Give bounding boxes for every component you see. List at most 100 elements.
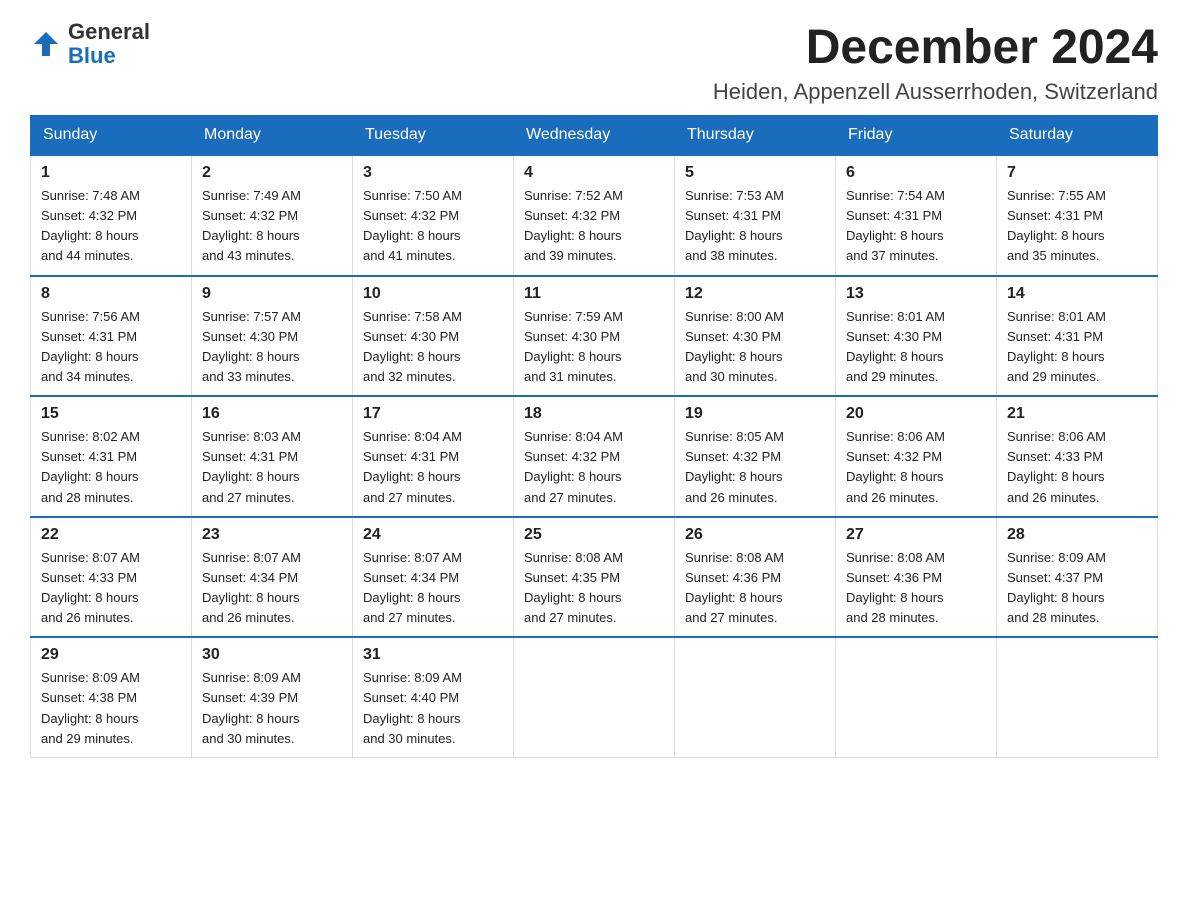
calendar-day-cell: 21 Sunrise: 8:06 AMSunset: 4:33 PMDayligh…: [997, 396, 1158, 517]
day-info: Sunrise: 7:52 AMSunset: 4:32 PMDaylight:…: [524, 186, 664, 267]
month-title: December 2024: [713, 20, 1158, 75]
col-header-monday: Monday: [192, 116, 353, 156]
logo-blue-text: Blue: [68, 44, 150, 68]
empty-cell: [997, 637, 1158, 757]
day-number: 8: [41, 285, 181, 303]
day-info: Sunrise: 7:50 AMSunset: 4:32 PMDaylight:…: [363, 186, 503, 267]
day-info: Sunrise: 8:09 AMSunset: 4:39 PMDaylight:…: [202, 668, 342, 749]
calendar-table: SundayMondayTuesdayWednesdayThursdayFrid…: [30, 115, 1158, 758]
calendar-week-row: 8 Sunrise: 7:56 AMSunset: 4:31 PMDaylight…: [31, 276, 1158, 397]
calendar-day-cell: 26 Sunrise: 8:08 AMSunset: 4:36 PMDayligh…: [675, 517, 836, 638]
day-number: 18: [524, 405, 664, 423]
logo-icon: [30, 28, 62, 60]
day-number: 6: [846, 164, 986, 182]
day-info: Sunrise: 8:05 AMSunset: 4:32 PMDaylight:…: [685, 427, 825, 508]
calendar-day-cell: 31 Sunrise: 8:09 AMSunset: 4:40 PMDayligh…: [353, 637, 514, 757]
day-info: Sunrise: 7:59 AMSunset: 4:30 PMDaylight:…: [524, 307, 664, 388]
calendar-day-cell: 19 Sunrise: 8:05 AMSunset: 4:32 PMDayligh…: [675, 396, 836, 517]
calendar-header-row: SundayMondayTuesdayWednesdayThursdayFrid…: [31, 116, 1158, 156]
col-header-saturday: Saturday: [997, 116, 1158, 156]
empty-cell: [675, 637, 836, 757]
title-section: December 2024 Heiden, Appenzell Ausserrh…: [713, 20, 1158, 105]
calendar-week-row: 15Sunrise: 8:02 AMSunset: 4:31 PMDayligh…: [31, 396, 1158, 517]
day-number: 1: [41, 164, 181, 182]
day-number: 29: [41, 646, 181, 664]
calendar-day-cell: 1 Sunrise: 7:48 AMSunset: 4:32 PMDaylight…: [31, 155, 192, 276]
day-number: 28: [1007, 526, 1147, 544]
calendar-day-cell: 4 Sunrise: 7:52 AMSunset: 4:32 PMDaylight…: [514, 155, 675, 276]
day-info: Sunrise: 8:07 AMSunset: 4:33 PMDaylight:…: [41, 548, 181, 629]
day-number: 14: [1007, 285, 1147, 303]
day-info: Sunrise: 7:55 AMSunset: 4:31 PMDaylight:…: [1007, 186, 1147, 267]
calendar-day-cell: 5 Sunrise: 7:53 AMSunset: 4:31 PMDaylight…: [675, 155, 836, 276]
day-info: Sunrise: 8:08 AMSunset: 4:36 PMDaylight:…: [846, 548, 986, 629]
day-info: Sunrise: 7:56 AMSunset: 4:31 PMDaylight:…: [41, 307, 181, 388]
day-number: 17: [363, 405, 503, 423]
calendar-day-cell: 25 Sunrise: 8:08 AMSunset: 4:35 PMDayligh…: [514, 517, 675, 638]
day-info: Sunrise: 8:01 AMSunset: 4:31 PMDaylight:…: [1007, 307, 1147, 388]
day-info: Sunrise: 8:09 AMSunset: 4:40 PMDaylight:…: [363, 668, 503, 749]
col-header-friday: Friday: [836, 116, 997, 156]
calendar-day-cell: 27Sunrise: 8:08 AMSunset: 4:36 PMDayligh…: [836, 517, 997, 638]
day-info: Sunrise: 7:57 AMSunset: 4:30 PMDaylight:…: [202, 307, 342, 388]
calendar-day-cell: 10Sunrise: 7:58 AMSunset: 4:30 PMDayligh…: [353, 276, 514, 397]
day-info: Sunrise: 8:06 AMSunset: 4:33 PMDaylight:…: [1007, 427, 1147, 508]
calendar-day-cell: 24Sunrise: 8:07 AMSunset: 4:34 PMDayligh…: [353, 517, 514, 638]
day-info: Sunrise: 8:00 AMSunset: 4:30 PMDaylight:…: [685, 307, 825, 388]
calendar-day-cell: 29 Sunrise: 8:09 AMSunset: 4:38 PMDayligh…: [31, 637, 192, 757]
calendar-day-cell: 7 Sunrise: 7:55 AMSunset: 4:31 PMDaylight…: [997, 155, 1158, 276]
calendar-week-row: 22 Sunrise: 8:07 AMSunset: 4:33 PMDayligh…: [31, 517, 1158, 638]
logo: General Blue: [30, 20, 150, 68]
day-info: Sunrise: 8:07 AMSunset: 4:34 PMDaylight:…: [363, 548, 503, 629]
day-number: 31: [363, 646, 503, 664]
day-info: Sunrise: 7:48 AMSunset: 4:32 PMDaylight:…: [41, 186, 181, 267]
empty-cell: [514, 637, 675, 757]
day-info: Sunrise: 8:08 AMSunset: 4:36 PMDaylight:…: [685, 548, 825, 629]
day-number: 30: [202, 646, 342, 664]
calendar-day-cell: 6 Sunrise: 7:54 AMSunset: 4:31 PMDaylight…: [836, 155, 997, 276]
calendar-day-cell: 14 Sunrise: 8:01 AMSunset: 4:31 PMDayligh…: [997, 276, 1158, 397]
day-number: 5: [685, 164, 825, 182]
calendar-day-cell: 15Sunrise: 8:02 AMSunset: 4:31 PMDayligh…: [31, 396, 192, 517]
day-info: Sunrise: 8:04 AMSunset: 4:32 PMDaylight:…: [524, 427, 664, 508]
logo-general-text: General: [68, 20, 150, 44]
col-header-wednesday: Wednesday: [514, 116, 675, 156]
calendar-week-row: 29 Sunrise: 8:09 AMSunset: 4:38 PMDayligh…: [31, 637, 1158, 757]
day-number: 3: [363, 164, 503, 182]
day-info: Sunrise: 8:04 AMSunset: 4:31 PMDaylight:…: [363, 427, 503, 508]
day-number: 22: [41, 526, 181, 544]
calendar-day-cell: 13Sunrise: 8:01 AMSunset: 4:30 PMDayligh…: [836, 276, 997, 397]
day-info: Sunrise: 8:03 AMSunset: 4:31 PMDaylight:…: [202, 427, 342, 508]
calendar-day-cell: 12 Sunrise: 8:00 AMSunset: 4:30 PMDayligh…: [675, 276, 836, 397]
day-number: 11: [524, 285, 664, 303]
day-number: 2: [202, 164, 342, 182]
calendar-day-cell: 18 Sunrise: 8:04 AMSunset: 4:32 PMDayligh…: [514, 396, 675, 517]
day-number: 4: [524, 164, 664, 182]
day-info: Sunrise: 7:54 AMSunset: 4:31 PMDaylight:…: [846, 186, 986, 267]
day-info: Sunrise: 8:02 AMSunset: 4:31 PMDaylight:…: [41, 427, 181, 508]
location-title: Heiden, Appenzell Ausserrhoden, Switzerl…: [713, 79, 1158, 105]
day-number: 23: [202, 526, 342, 544]
calendar-day-cell: 3 Sunrise: 7:50 AMSunset: 4:32 PMDaylight…: [353, 155, 514, 276]
calendar-day-cell: 20Sunrise: 8:06 AMSunset: 4:32 PMDayligh…: [836, 396, 997, 517]
day-info: Sunrise: 8:09 AMSunset: 4:37 PMDaylight:…: [1007, 548, 1147, 629]
empty-cell: [836, 637, 997, 757]
day-info: Sunrise: 7:53 AMSunset: 4:31 PMDaylight:…: [685, 186, 825, 267]
day-number: 12: [685, 285, 825, 303]
col-header-thursday: Thursday: [675, 116, 836, 156]
calendar-day-cell: 22 Sunrise: 8:07 AMSunset: 4:33 PMDayligh…: [31, 517, 192, 638]
day-info: Sunrise: 8:08 AMSunset: 4:35 PMDaylight:…: [524, 548, 664, 629]
day-number: 20: [846, 405, 986, 423]
page-header: General Blue December 2024 Heiden, Appen…: [30, 20, 1158, 105]
day-number: 7: [1007, 164, 1147, 182]
day-number: 25: [524, 526, 664, 544]
day-info: Sunrise: 7:58 AMSunset: 4:30 PMDaylight:…: [363, 307, 503, 388]
day-info: Sunrise: 8:07 AMSunset: 4:34 PMDaylight:…: [202, 548, 342, 629]
day-number: 19: [685, 405, 825, 423]
col-header-sunday: Sunday: [31, 116, 192, 156]
day-number: 21: [1007, 405, 1147, 423]
day-number: 26: [685, 526, 825, 544]
day-info: Sunrise: 8:09 AMSunset: 4:38 PMDaylight:…: [41, 668, 181, 749]
calendar-day-cell: 8 Sunrise: 7:56 AMSunset: 4:31 PMDaylight…: [31, 276, 192, 397]
calendar-day-cell: 28 Sunrise: 8:09 AMSunset: 4:37 PMDayligh…: [997, 517, 1158, 638]
